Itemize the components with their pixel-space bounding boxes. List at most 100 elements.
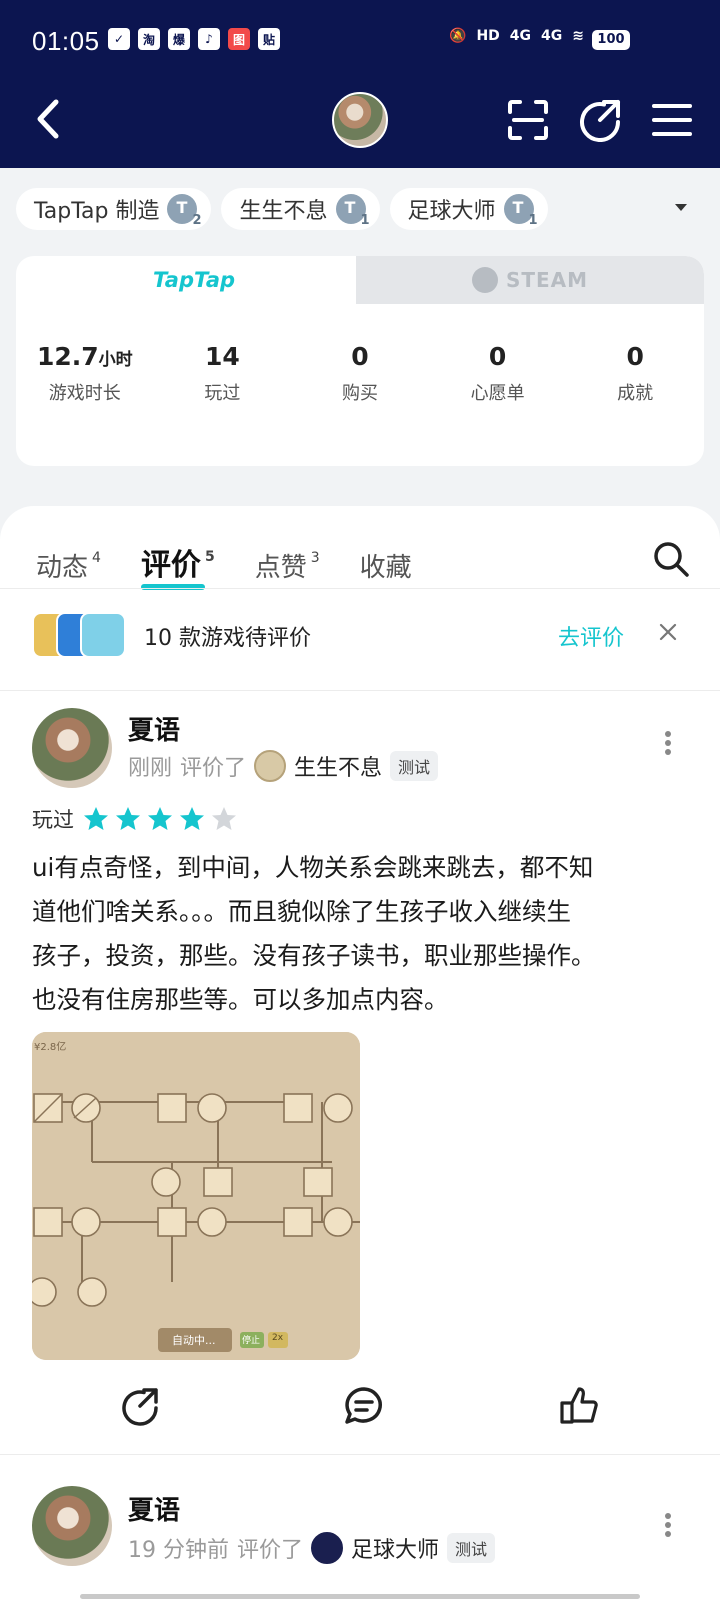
review-game-name[interactable]: 生生不息 xyxy=(294,750,382,782)
thumbs-up-icon[interactable] xyxy=(558,1384,602,1428)
tab-steam[interactable]: STEAM xyxy=(356,256,704,304)
status-time: 01:05 xyxy=(32,26,100,56)
home-indicator[interactable] xyxy=(80,1594,640,1599)
close-icon[interactable] xyxy=(658,622,678,642)
game-chip[interactable]: TapTap 制造 2 xyxy=(16,188,212,230)
star-filled-icon xyxy=(84,807,108,830)
tieba-icon: 贴 xyxy=(258,28,280,50)
content-sheet: 动态 4 评价 5 点赞 3 收藏 10 款游戏待评价 去评价 夏语 刚刚 评价了 生… xyxy=(0,506,720,1605)
stat-achievements[interactable]: 0 成就 xyxy=(566,342,704,405)
review-verb: 评价了 xyxy=(180,756,247,781)
stat-value: 0 xyxy=(351,342,369,371)
share-icon[interactable] xyxy=(118,1384,162,1428)
tab-reviews[interactable]: 评价 5 xyxy=(140,540,215,590)
taobao-icon: 淘 xyxy=(138,28,160,50)
rating-row: 玩过 xyxy=(32,804,238,834)
tab-taptap-label: TapTap xyxy=(152,268,236,292)
pending-review-banner[interactable]: 10 款游戏待评价 去评价 xyxy=(0,590,720,676)
star-filled-icon xyxy=(116,807,140,830)
stats-row: 12.7小时 游戏时长 14 玩过 0 购买 0 心愿单 0 成就 xyxy=(16,342,704,405)
played-label: 玩过 xyxy=(32,808,74,832)
review-verb: 评价了 xyxy=(237,1538,304,1563)
avatar[interactable] xyxy=(32,1486,112,1566)
more-icon[interactable] xyxy=(664,730,672,756)
stat-purchased[interactable]: 0 购买 xyxy=(291,342,429,405)
stat-label: 成就 xyxy=(617,383,654,404)
image-app-icon: 图 xyxy=(228,28,250,50)
flame-icon: 爆 xyxy=(168,28,190,50)
wifi-icon: ≋ xyxy=(572,28,584,44)
stat-wishlist[interactable]: 0 心愿单 xyxy=(429,342,567,405)
game-chips: TapTap 制造 2 生生不息 1 足球大师 1 xyxy=(16,188,548,230)
review-text[interactable]: ui有点奇怪，到中间，人物关系会跳来跳去，都不知 道他们啥关系。。。而且貌似除了… xyxy=(32,846,692,1022)
share-icon[interactable] xyxy=(578,98,622,142)
review-line: ui有点奇怪，到中间，人物关系会跳来跳去，都不知 xyxy=(32,853,594,882)
stat-label: 心愿单 xyxy=(470,383,525,404)
signal-icon-2: 4G xyxy=(541,28,563,44)
game-icon xyxy=(80,612,126,658)
search-icon[interactable] xyxy=(652,540,690,578)
menu-icon[interactable] xyxy=(650,98,694,142)
notification-icon: ✓ xyxy=(108,28,130,50)
game-chip-label: TapTap 制造 xyxy=(34,199,160,224)
tab-activity[interactable]: 动态 4 xyxy=(36,547,101,584)
hd-icon: HD xyxy=(476,28,500,44)
chevron-left-icon[interactable] xyxy=(30,96,66,142)
game-icon[interactable] xyxy=(311,1532,344,1564)
tab-count: 4 xyxy=(92,550,101,566)
tab-steam-label: STEAM xyxy=(505,268,589,292)
avatar[interactable] xyxy=(32,708,112,788)
avatar[interactable] xyxy=(332,92,388,148)
divider xyxy=(0,588,720,589)
tab-label: 评价 xyxy=(140,548,201,583)
speed-button-text: 2x xyxy=(272,1333,284,1343)
game-chip-label: 足球大师 xyxy=(407,199,496,224)
family-tree-image xyxy=(32,1032,360,1360)
tab-taptap[interactable]: TapTap xyxy=(16,256,372,304)
review-time: 刚刚 xyxy=(128,756,173,781)
review-screenshot[interactable]: ¥2.8亿 自动中... 停止 2x xyxy=(32,1032,360,1360)
star-empty-icon xyxy=(212,807,236,830)
image-corner-text: ¥2.8亿 xyxy=(34,1042,67,1053)
tab-favorites[interactable]: 收藏 xyxy=(360,547,412,584)
signal-icon: 4G xyxy=(509,28,532,44)
review-meta: 19 分钟前 评价了 足球大师 测试 xyxy=(128,1532,496,1564)
divider xyxy=(0,1454,720,1455)
review-line: 也没有住房那些等。可以多加点内容。 xyxy=(32,985,449,1014)
comment-icon[interactable] xyxy=(342,1384,386,1428)
go-review-button[interactable]: 去评价 xyxy=(558,620,624,652)
more-icon[interactable] xyxy=(664,1512,672,1538)
review-game-name[interactable]: 足球大师 xyxy=(351,1532,439,1564)
stat-value: 14 xyxy=(204,342,240,371)
tab-label: 动态 xyxy=(36,553,89,583)
reviewer-name[interactable]: 夏语 xyxy=(128,1490,180,1527)
divider xyxy=(0,690,720,691)
star-filled-icon xyxy=(180,807,204,830)
game-icon[interactable] xyxy=(254,750,287,782)
stop-button-text: 停止 xyxy=(242,1336,261,1346)
mute-icon: 🔕 xyxy=(449,28,467,44)
steam-icon xyxy=(471,267,498,293)
medal-badge: 1 xyxy=(528,213,538,228)
caret-down-icon[interactable] xyxy=(672,198,690,216)
pending-text: 10 款游戏待评价 xyxy=(144,626,311,651)
tab-label: 收藏 xyxy=(359,553,412,583)
tab-label: 点赞 xyxy=(254,553,307,583)
stat-value: 0 xyxy=(488,342,507,371)
stat-value: 12.7 xyxy=(36,342,99,371)
scan-icon[interactable] xyxy=(506,98,550,142)
notification-icons: ✓ 淘 爆 ♪ 图 贴 xyxy=(108,28,280,50)
game-chip[interactable]: 足球大师 1 xyxy=(389,188,548,230)
medal-icon: 2 xyxy=(167,194,201,228)
medal-icon: 1 xyxy=(503,194,538,228)
medal-badge: 1 xyxy=(360,213,370,228)
review-actions xyxy=(0,1384,720,1432)
game-chip[interactable]: 生生不息 1 xyxy=(221,188,380,230)
stat-played[interactable]: 14 玩过 xyxy=(154,342,292,405)
star-rating xyxy=(82,805,238,833)
review-meta: 刚刚 评价了 生生不息 测试 xyxy=(128,750,439,782)
stat-playtime[interactable]: 12.7小时 游戏时长 xyxy=(16,342,154,405)
stat-label: 购买 xyxy=(341,383,378,404)
reviewer-name[interactable]: 夏语 xyxy=(128,710,180,747)
tab-likes[interactable]: 点赞 3 xyxy=(255,547,320,584)
